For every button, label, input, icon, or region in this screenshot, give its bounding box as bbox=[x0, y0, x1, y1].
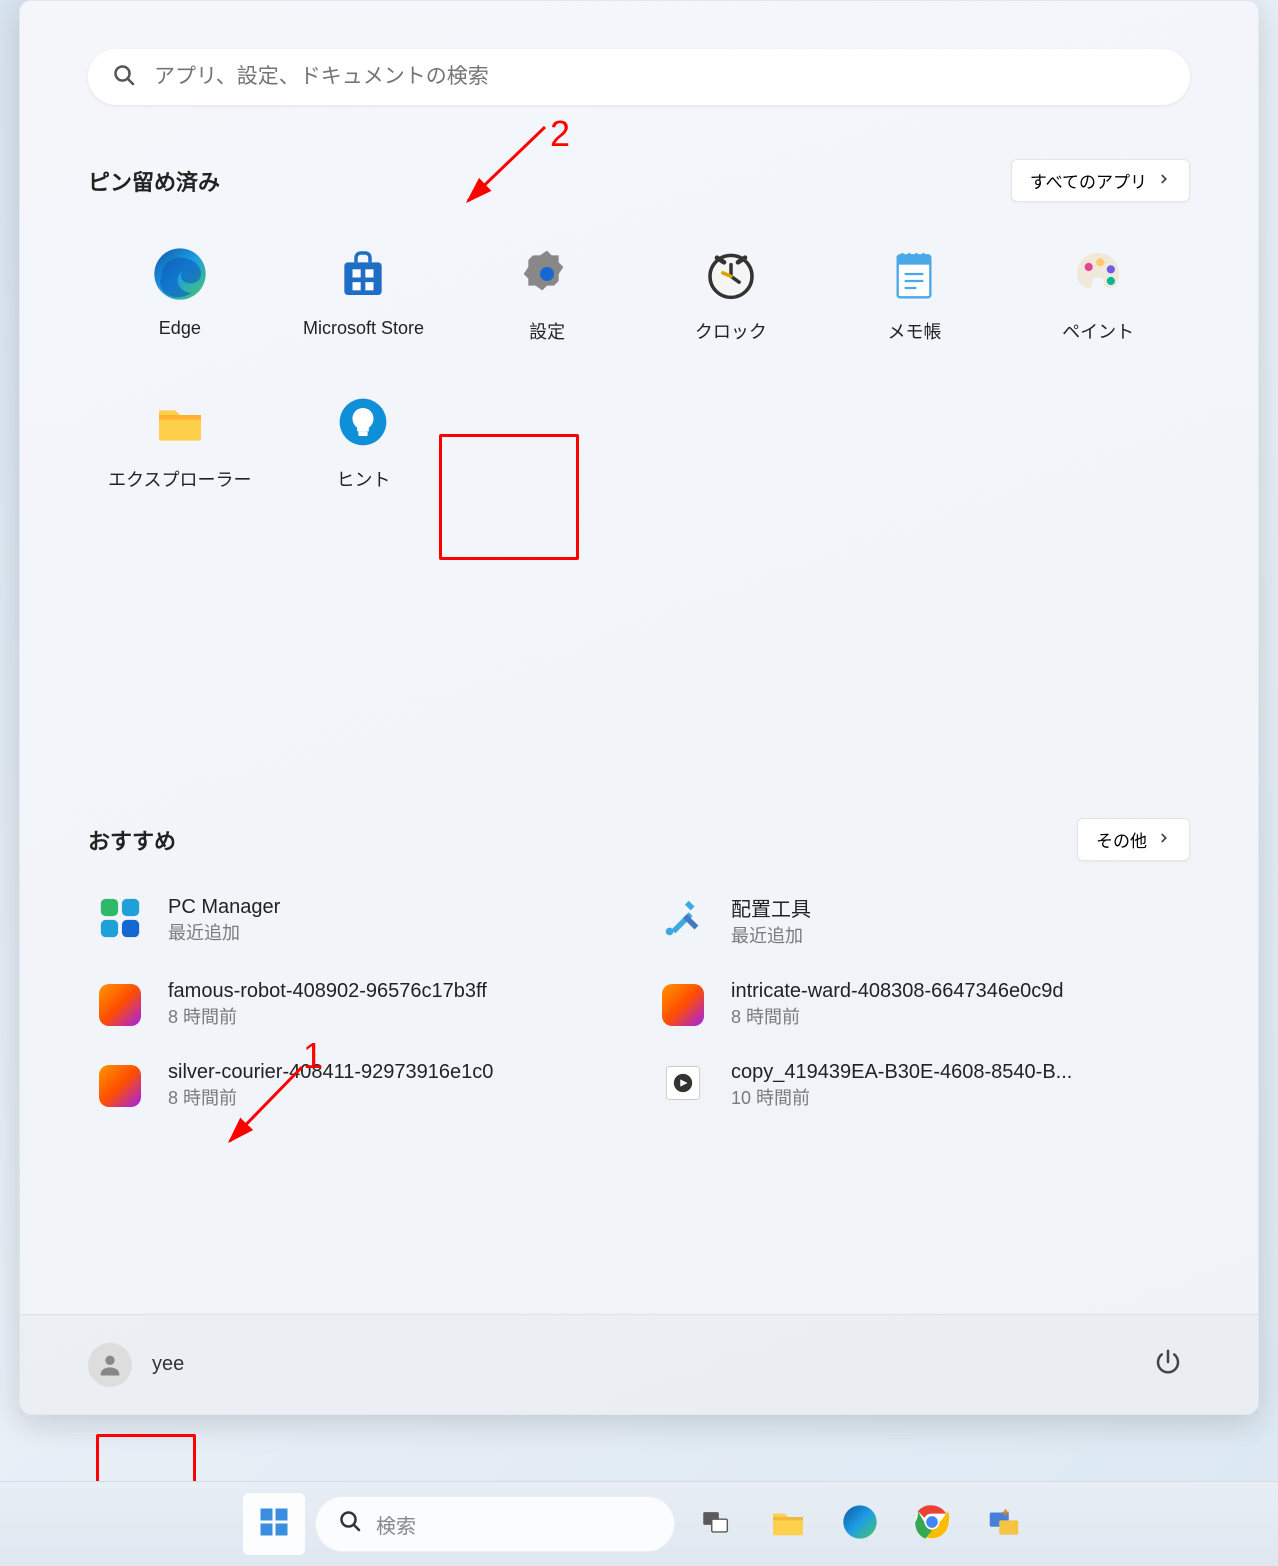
rec-sub: 8 時間前 bbox=[731, 1003, 1063, 1029]
taskbar-search[interactable]: 検索 bbox=[315, 1496, 675, 1552]
app-label: メモ帳 bbox=[887, 318, 941, 344]
recommended-item[interactable]: intricate-ward-408308-6647346e0c9d8 時間前 bbox=[659, 980, 1182, 1029]
folder-icon bbox=[152, 394, 208, 455]
app-edge[interactable]: Edge bbox=[88, 234, 272, 354]
pinned-grid: Edge Microsoft Store 設定 クロック メモ帳 ペイント エク… bbox=[88, 234, 1190, 502]
username: yee bbox=[152, 1353, 184, 1376]
search-bar[interactable] bbox=[88, 49, 1190, 105]
gear-icon bbox=[519, 246, 575, 307]
windows-icon bbox=[256, 1504, 292, 1545]
start-button[interactable] bbox=[243, 1493, 305, 1555]
recommended-header: おすすめ その他 bbox=[88, 818, 1190, 861]
rec-title: silver-courier-408411-92973916e1c0 bbox=[168, 1061, 493, 1084]
rec-sub: 8 時間前 bbox=[168, 1084, 493, 1110]
app-paint[interactable]: ペイント bbox=[1006, 234, 1190, 354]
start-menu: ピン留め済み すべてのアプリ Edge Microsoft Store 設定 ク… bbox=[19, 0, 1259, 1415]
edge-icon bbox=[840, 1502, 880, 1547]
rec-sub: 最近追加 bbox=[168, 919, 280, 945]
start-bottom-bar: yee bbox=[20, 1314, 1258, 1414]
power-button[interactable] bbox=[1146, 1343, 1190, 1387]
edge-icon bbox=[152, 246, 208, 307]
recommended-item[interactable]: famous-robot-408902-96576c17b3ff8 時間前 bbox=[96, 980, 619, 1029]
taskbar: 検索 bbox=[0, 1481, 1278, 1566]
avatar bbox=[88, 1343, 132, 1387]
chevron-right-icon bbox=[1157, 830, 1171, 850]
app-explorer[interactable]: エクスプローラー bbox=[88, 382, 272, 502]
folder-icon bbox=[768, 1502, 808, 1547]
pc-manager-icon bbox=[97, 895, 143, 946]
taskbar-chrome[interactable] bbox=[901, 1493, 963, 1555]
store-icon bbox=[335, 246, 391, 307]
taskbar-explorer[interactable] bbox=[757, 1493, 819, 1555]
firefox-icon bbox=[662, 984, 704, 1026]
app-clock[interactable]: クロック bbox=[639, 234, 823, 354]
all-apps-button[interactable]: すべてのアプリ bbox=[1011, 159, 1190, 202]
app-label: Microsoft Store bbox=[303, 318, 424, 339]
app-label: Edge bbox=[159, 318, 201, 339]
app-tips[interactable]: ヒント bbox=[272, 382, 456, 502]
recommended-item[interactable]: 配置工具最近追加 bbox=[659, 893, 1182, 948]
all-apps-label: すべてのアプリ bbox=[1030, 168, 1147, 193]
recommended-title: おすすめ bbox=[88, 824, 176, 856]
lightbulb-icon bbox=[335, 394, 391, 455]
tools-icon bbox=[660, 895, 706, 946]
clock-icon bbox=[703, 246, 759, 307]
app-generic-icon bbox=[985, 1503, 1023, 1546]
rec-sub: 8 時間前 bbox=[168, 1003, 487, 1029]
app-store[interactable]: Microsoft Store bbox=[272, 234, 456, 354]
task-view-button[interactable] bbox=[685, 1493, 747, 1555]
user-button[interactable]: yee bbox=[88, 1343, 184, 1387]
rec-title: famous-robot-408902-96576c17b3ff bbox=[168, 980, 487, 1003]
recommended-item[interactable]: copy_419439EA-B30E-4608-8540-B...10 時間前 bbox=[659, 1061, 1182, 1110]
rec-title: PC Manager bbox=[168, 896, 280, 919]
recommended-item[interactable]: silver-courier-408411-92973916e1c08 時間前 bbox=[96, 1061, 619, 1110]
chevron-right-icon bbox=[1157, 171, 1171, 191]
chrome-icon bbox=[912, 1502, 952, 1547]
task-view-icon bbox=[699, 1505, 733, 1544]
rec-title: copy_419439EA-B30E-4608-8540-B... bbox=[731, 1061, 1072, 1084]
app-notepad[interactable]: メモ帳 bbox=[823, 234, 1007, 354]
taskbar-edge[interactable] bbox=[829, 1493, 891, 1555]
annotation-highlight-settings bbox=[439, 434, 579, 560]
search-icon bbox=[112, 63, 136, 92]
rec-sub: 最近追加 bbox=[731, 922, 811, 948]
app-label: クロック bbox=[695, 318, 767, 344]
recommended-item[interactable]: PC Manager最近追加 bbox=[96, 893, 619, 948]
notepad-icon bbox=[886, 246, 942, 307]
search-input[interactable] bbox=[154, 65, 1166, 89]
app-label: 設定 bbox=[529, 318, 565, 344]
rec-title: 配置工具 bbox=[731, 893, 811, 922]
taskbar-app-generic[interactable] bbox=[973, 1493, 1035, 1555]
pinned-title: ピン留め済み bbox=[88, 165, 220, 197]
firefox-icon bbox=[99, 984, 141, 1026]
firefox-icon bbox=[99, 1065, 141, 1107]
app-label: ヒント bbox=[336, 466, 390, 492]
pinned-header: ピン留め済み すべてのアプリ bbox=[88, 159, 1190, 202]
annotation-2: 2 bbox=[550, 113, 570, 155]
rec-title: intricate-ward-408308-6647346e0c9d bbox=[731, 980, 1063, 1003]
taskbar-search-label: 検索 bbox=[376, 1510, 416, 1539]
power-icon bbox=[1153, 1347, 1183, 1382]
paint-icon bbox=[1070, 246, 1126, 307]
media-file-icon bbox=[661, 1061, 705, 1110]
recommended-grid: PC Manager最近追加 配置工具最近追加 famous-robot-408… bbox=[88, 893, 1190, 1110]
rec-sub: 10 時間前 bbox=[731, 1084, 1072, 1110]
search-icon bbox=[338, 1509, 362, 1539]
app-label: ペイント bbox=[1062, 318, 1134, 344]
more-button[interactable]: その他 bbox=[1077, 818, 1190, 861]
app-settings[interactable]: 設定 bbox=[455, 234, 639, 354]
app-label: エクスプローラー bbox=[108, 466, 251, 492]
more-label: その他 bbox=[1096, 827, 1147, 852]
